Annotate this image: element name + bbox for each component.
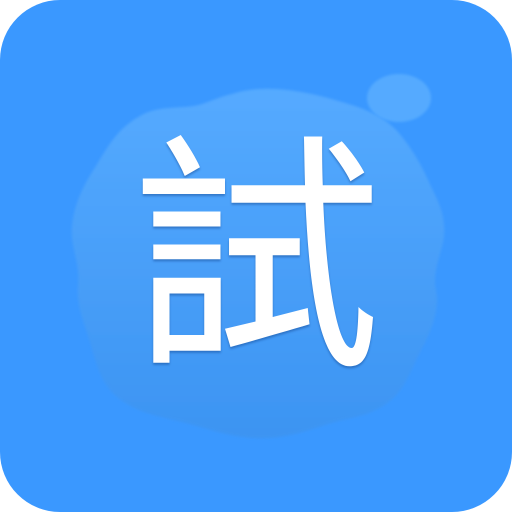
app-icon[interactable]: 試 (0, 0, 512, 512)
kanji-glyph: 試 (131, 114, 381, 405)
